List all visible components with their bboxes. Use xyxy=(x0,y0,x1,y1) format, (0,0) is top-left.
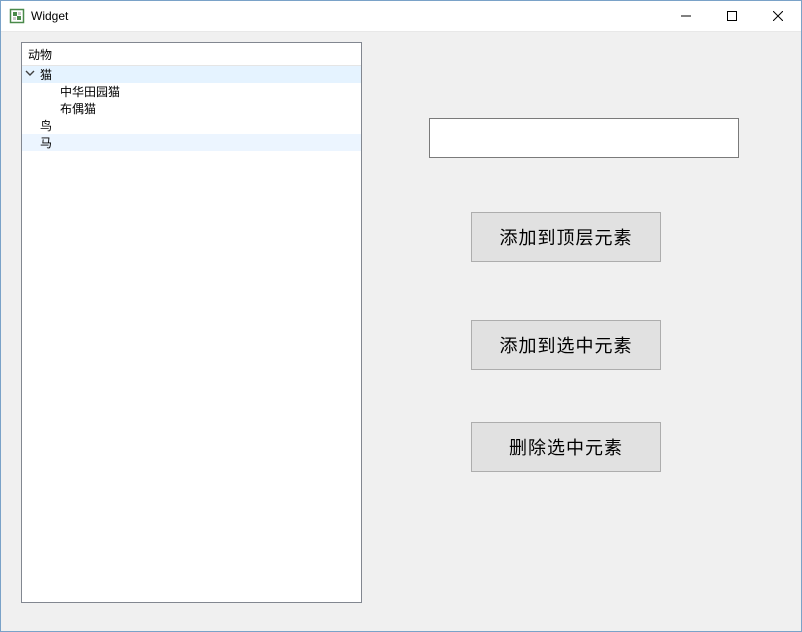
chevron-down-icon[interactable] xyxy=(22,66,38,83)
titlebar: Widget xyxy=(1,1,801,32)
client-area: 动物 猫中华田园猫布偶猫鸟马 添加到顶层元素 添加到选中元素 删除选中元素 xyxy=(1,32,801,631)
tree-item-label: 中华田园猫 xyxy=(58,83,120,100)
tree-item-label: 猫 xyxy=(38,66,52,83)
text-input[interactable] xyxy=(429,118,739,158)
tree-item[interactable]: 马 xyxy=(22,134,361,151)
tree-body: 猫中华田园猫布偶猫鸟马 xyxy=(22,66,361,151)
maximize-button[interactable] xyxy=(709,1,755,32)
tree-item[interactable]: 布偶猫 xyxy=(22,100,361,117)
tree-header[interactable]: 动物 xyxy=(22,43,361,66)
delete-selected-button[interactable]: 删除选中元素 xyxy=(471,422,661,472)
tree-item[interactable]: 猫 xyxy=(22,66,361,83)
minimize-button[interactable] xyxy=(663,1,709,32)
tree-item[interactable]: 中华田园猫 xyxy=(22,83,361,100)
tree-widget[interactable]: 动物 猫中华田园猫布偶猫鸟马 xyxy=(21,42,362,603)
add-to-selected-button[interactable]: 添加到选中元素 xyxy=(471,320,661,370)
window: Widget 动物 猫中华田园猫布偶猫鸟马 添加到顶层元素 添加到选中元素 删除… xyxy=(0,0,802,632)
tree-item-label: 鸟 xyxy=(38,117,52,134)
tree-item-label: 马 xyxy=(38,134,52,151)
window-title: Widget xyxy=(31,9,68,23)
tree-item-label: 布偶猫 xyxy=(58,100,96,117)
add-top-level-button[interactable]: 添加到顶层元素 xyxy=(471,212,661,262)
tree-item[interactable]: 鸟 xyxy=(22,117,361,134)
app-icon xyxy=(9,8,25,24)
close-button[interactable] xyxy=(755,1,801,32)
